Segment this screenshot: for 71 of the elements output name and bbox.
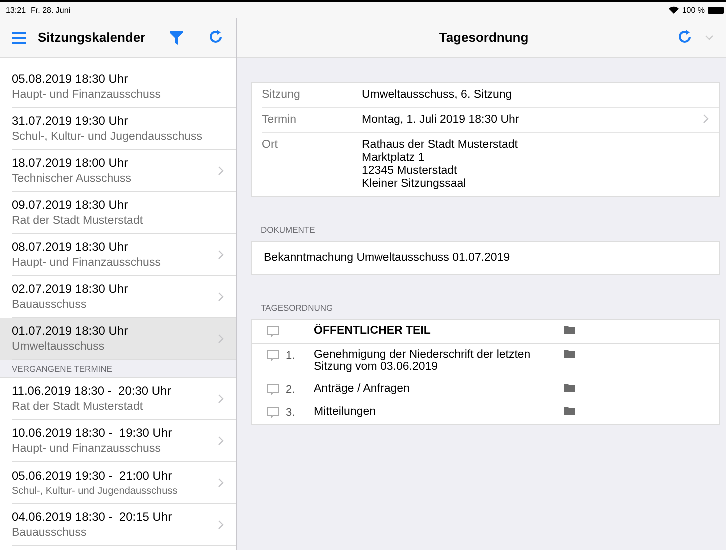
committee-name: Umweltausschuss	[12, 341, 106, 353]
folder-icon[interactable]	[564, 406, 575, 415]
meeting-date: 10.06.2019 18:30 - 19:30 Uhr	[12, 426, 174, 440]
refresh-icon[interactable]	[210, 30, 224, 46]
status-time: 13:21	[6, 6, 26, 14]
detail-title: Tagesordnung	[438, 30, 530, 45]
agenda-title[interactable]: Anträge / Anfragen	[314, 383, 564, 395]
folder-icon[interactable]	[564, 383, 575, 392]
committee-name: Rat der Stadt Musterstadt	[12, 215, 144, 227]
committee-name: Bauausschuss	[12, 527, 88, 539]
info-label: Ort	[262, 139, 279, 151]
battery-percent: 100 %	[682, 6, 705, 14]
info-label: Sitzung	[262, 89, 302, 101]
comment-icon[interactable]	[266, 349, 280, 362]
meeting-date: 11.06.2019 18:30 - 20:30 Uhr	[12, 384, 172, 398]
meeting-date: 01.07.2019 18:30 Uhr	[12, 324, 130, 338]
info-value: Marktplatz 1	[362, 152, 426, 164]
agenda-number: 3.	[286, 406, 296, 418]
menu-icon[interactable]	[12, 32, 26, 44]
folder-icon[interactable]	[564, 325, 575, 334]
chevron-right-icon	[218, 334, 224, 344]
info-value: Kleiner Sitzungssaal	[362, 178, 468, 190]
meeting-date: 09.07.2019 18:30 Uhr	[12, 198, 130, 212]
meeting-date: 05.06.2019 19:30 - 21:00 Uhr	[12, 468, 174, 482]
agenda-number: 2.	[286, 384, 296, 396]
section-header: VERGANGENE TERMINE	[0, 360, 236, 378]
meeting-date: 04.06.2019 18:30 - 20:15 Uhr	[12, 510, 174, 524]
meeting-date: 05.08.2019 18:30 Uhr	[12, 72, 130, 86]
agenda-title[interactable]: Mitteilungen	[314, 406, 564, 418]
meeting-date: 31.07.2019 19:30 Uhr	[12, 114, 130, 128]
comment-icon[interactable]	[266, 383, 280, 396]
agenda-title[interactable]: Genehmigung der Niederschrift der letzten Sitzung vom 03.06.2019	[314, 349, 564, 373]
status-date: Fr. 28. Juni	[31, 6, 71, 14]
section-header: TAGESORDNUNG	[260, 302, 334, 315]
info-value: 12345 Musterstadt	[362, 165, 458, 177]
section-header: DOKUMENTE	[260, 224, 316, 237]
info-value: Rathaus der Stadt Musterstadt	[362, 139, 519, 151]
filter-icon[interactable]	[170, 30, 183, 44]
info-label: Termin	[262, 114, 298, 126]
agenda-number: 1.	[286, 350, 296, 362]
committee-name: Bauausschuss	[12, 299, 88, 311]
meeting-date: 18.07.2019 18:00 Uhr	[12, 156, 130, 170]
agenda-title[interactable]: ÖFFENTLICHER TEIL	[314, 325, 564, 337]
chevron-right-icon	[218, 520, 224, 530]
sidebar-title: Sitzungskalender	[38, 30, 146, 45]
comment-icon[interactable]	[266, 406, 280, 419]
committee-name: Schul-, Kultur- und Jugendausschuss	[12, 486, 179, 496]
chevron-right-icon	[218, 436, 224, 446]
committee-name: Haupt- und Finanzausschuss	[12, 257, 162, 269]
meeting-list-item[interactable]: 01.07.2019 18:30 Uhr Umweltausschuss	[0, 318, 236, 360]
committee-name: Rat der Stadt Musterstadt	[12, 401, 144, 413]
battery-icon	[708, 6, 724, 14]
committee-name: Haupt- und Finanzausschuss	[12, 443, 162, 455]
refresh-icon[interactable]	[679, 30, 693, 46]
chevron-right-icon	[218, 250, 224, 260]
chevron-right-icon	[218, 292, 224, 302]
wifi-icon	[669, 6, 680, 14]
chevron-right-icon	[218, 166, 224, 176]
document-link[interactable]: Bekanntmachung Umweltausschuss 01.07.2019	[252, 242, 719, 274]
committee-name: Technischer Ausschuss	[12, 173, 133, 185]
info-value: Umweltausschuss, 6. Sitzung	[362, 89, 514, 101]
folder-icon[interactable]	[564, 349, 575, 358]
committee-name: Schul-, Kultur- und Jugendausschuss	[12, 131, 204, 143]
info-value: Montag, 1. Juli 2019 18:30 Uhr	[362, 114, 520, 126]
chevron-right-icon	[218, 478, 224, 488]
committee-name: Haupt- und Finanzausschuss	[12, 89, 162, 101]
chevron-right-icon	[703, 114, 709, 124]
comment-icon[interactable]	[266, 325, 280, 338]
meeting-date: 02.07.2019 18:30 Uhr	[12, 282, 130, 296]
meeting-date: 08.07.2019 18:30 Uhr	[12, 240, 130, 254]
chevron-right-icon	[218, 394, 224, 404]
